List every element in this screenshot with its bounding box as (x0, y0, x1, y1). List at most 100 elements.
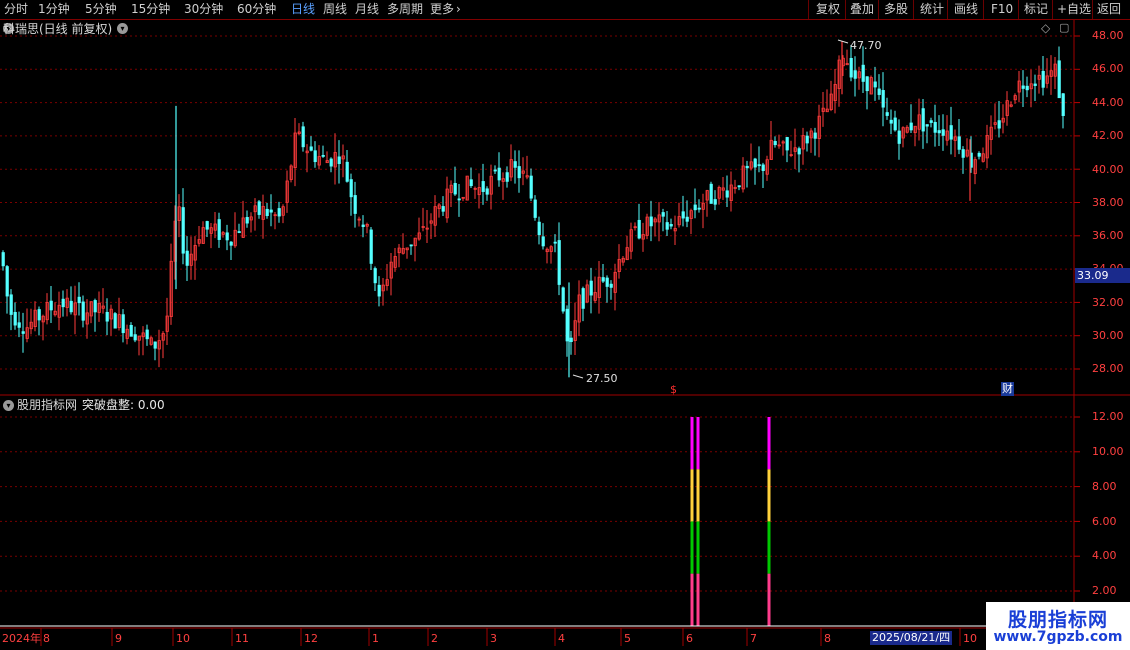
indicator-name: 股朋指标网 (17, 398, 78, 412)
candle-body (757, 164, 761, 167)
ind-y-tick: 12.00 (1092, 410, 1124, 423)
candle-body (881, 90, 885, 108)
candle-body (469, 179, 473, 187)
candle-body (941, 129, 945, 136)
candle-body (977, 152, 981, 157)
y-tick: 40.00 (1092, 163, 1124, 176)
candle-body (181, 207, 185, 254)
indicator-bar-segment (690, 417, 694, 470)
high-arrow (837, 39, 849, 44)
x-crosshair-date: 2025/08/21/四 (870, 631, 953, 645)
candle-body (277, 208, 281, 217)
candle-body (921, 108, 925, 132)
x-tick: 6 (686, 632, 693, 645)
candle-body (497, 167, 501, 181)
candle-body (713, 199, 717, 205)
candle-body (321, 155, 325, 157)
candle-body (69, 300, 73, 313)
candlestick-series[interactable] (1, 39, 1065, 379)
candle-body (813, 132, 817, 139)
candle-body (949, 125, 953, 140)
candle-body (957, 136, 961, 150)
candle-body (589, 280, 593, 296)
candle-body (5, 266, 9, 297)
candle-body (37, 309, 41, 321)
candle-body (665, 222, 669, 230)
candle-body (21, 331, 25, 334)
stock-title: 科瑞思(日线 前复权) (3, 22, 113, 36)
indicator-bar-segment (767, 417, 771, 470)
candle-body (369, 229, 373, 264)
diamond-icon[interactable]: ◇ (1041, 21, 1050, 35)
candle-body (557, 240, 561, 285)
x-tick: 10 (963, 632, 977, 645)
candle-body (229, 241, 233, 246)
stock-chart-app: 分时 1分钟 5分钟 15分钟 30分钟 60分钟 日线 周线 月线 多周期 更… (0, 0, 1130, 650)
x-tick: 3 (490, 632, 497, 645)
candle-body (529, 175, 533, 199)
candle-body (873, 81, 877, 88)
chevron-down-icon[interactable]: ▾ (117, 23, 128, 34)
candle-body (441, 206, 445, 212)
candle-body (885, 112, 889, 116)
candle-body (541, 236, 545, 247)
candle-body (409, 244, 413, 247)
indicator-menu-icon[interactable]: ▾ (3, 400, 14, 411)
candle-body (649, 216, 653, 227)
candle-body (637, 219, 641, 239)
x-tick: 8 (43, 632, 50, 645)
candle-body (865, 76, 869, 92)
candle-body (13, 311, 17, 326)
candle-body (93, 300, 97, 313)
candle-body (581, 288, 585, 309)
candle-body (1033, 83, 1037, 86)
candle-body (493, 169, 497, 172)
candle-body (121, 314, 125, 334)
candle-body (797, 148, 801, 155)
indicator-bar-segment (696, 469, 700, 522)
candle-body (309, 146, 313, 151)
candle-body (153, 341, 157, 349)
candle-body (601, 277, 605, 282)
candle-body (849, 57, 853, 78)
indicator-bar-segment (767, 521, 771, 574)
y-tick: 36.00 (1092, 229, 1124, 242)
indicator-bar-segment (767, 469, 771, 522)
candle-body (861, 64, 865, 82)
candle-body (893, 117, 897, 131)
watermark-logo: 股朋指标网 www.7gpzb.com (986, 602, 1130, 650)
indicator-bar-segment (696, 417, 700, 470)
indicator-bar-segment (690, 469, 694, 522)
y-tick: 44.00 (1092, 96, 1124, 109)
candle-body (129, 324, 133, 337)
candle-body (937, 130, 941, 134)
chart-canvas[interactable] (0, 0, 1130, 650)
candle-body (517, 166, 521, 179)
s-marker[interactable]: $ (670, 383, 677, 397)
candle-body (661, 212, 665, 217)
expand-icon[interactable]: ▢ (1059, 21, 1069, 35)
current-price-tag: 33.09 (1075, 268, 1130, 283)
candle-body (933, 121, 937, 133)
candle-body (145, 329, 149, 340)
candle-body (373, 268, 377, 284)
y-tick: 28.00 (1092, 362, 1124, 375)
candle-body (569, 337, 573, 342)
candle-body (49, 300, 53, 311)
y-tick: 46.00 (1092, 62, 1124, 75)
finance-marker[interactable]: 财 (1001, 382, 1014, 396)
indicator-grid (0, 416, 1080, 592)
main-grid (0, 35, 1080, 370)
candle-body (745, 165, 749, 169)
candle-body (217, 219, 221, 240)
candle-body (61, 298, 65, 308)
indicator-bar-segment (696, 521, 700, 574)
candle-body (1025, 85, 1029, 91)
y-tick: 42.00 (1092, 129, 1124, 142)
candle-body (237, 231, 241, 233)
y-tick: 32.00 (1092, 296, 1124, 309)
x-tick: 7 (750, 632, 757, 645)
candle-body (245, 217, 249, 224)
candle-body (485, 188, 489, 195)
indicator-series-label: 突破盘整: 0.00 (82, 398, 165, 412)
